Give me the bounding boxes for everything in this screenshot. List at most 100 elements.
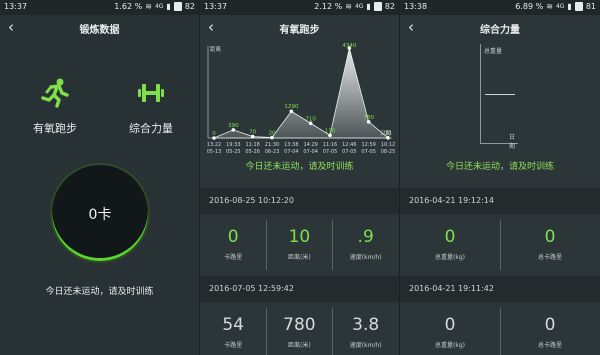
- page-title: 综合力量: [480, 25, 520, 36]
- category-aerobic-running[interactable]: 有氧跑步: [10, 78, 100, 136]
- calorie-ring: 0卡: [50, 163, 150, 263]
- record-datetime: 2016-04-21 19:11:42: [409, 284, 494, 293]
- calorie-value: 0卡: [88, 207, 112, 223]
- data-rate: 1.62 %: [114, 2, 143, 11]
- battery-icon: [173, 2, 182, 11]
- signal-icon: ▮: [366, 2, 371, 11]
- metric-total-calories: 0 总卡路里: [500, 214, 600, 276]
- status-bar: 13:37 1.62 % ≋ 4G ▮ 82: [0, 0, 199, 15]
- metric-caption: 总重量(kg): [435, 254, 465, 261]
- distance-chart: 0 13:2205-13 390 19:3305-25 70 11:1805-26 20 21…: [207, 43, 396, 155]
- chart-tick-label: 08-25: [381, 149, 396, 155]
- metric-value: 780: [283, 315, 316, 335]
- page-title: 锻炼数据: [79, 25, 120, 36]
- signal-icon: ▮: [567, 2, 572, 11]
- status-bar: 13:37 2.12 % ≋ 4G ▮ 82: [200, 0, 399, 15]
- wifi-icon: ≋: [345, 2, 352, 11]
- nav-bar: ‹ 综合力量: [400, 15, 600, 41]
- metric-caption: 距离(米): [288, 342, 311, 349]
- chart-line: [485, 94, 515, 95]
- chart-tick-label: 12:59: [361, 142, 375, 148]
- metric-speed: .9 速度(km/h): [333, 214, 399, 276]
- metric-calories: 54 卡路里: [200, 302, 266, 355]
- chart-value-label: 1290: [284, 104, 298, 110]
- divider: [266, 220, 267, 270]
- chart-value-label: 710: [305, 116, 316, 122]
- chart-x-label: 日期: [380, 130, 392, 137]
- wifi-icon: ≋: [145, 2, 152, 11]
- chart-x-label: 日期: [509, 134, 516, 150]
- metric-value: 0: [444, 315, 456, 335]
- chart-value-label: 70: [249, 130, 256, 136]
- record-datetime: 2016-04-21 19:12:14: [409, 196, 494, 205]
- chart-value-label: 130: [325, 128, 336, 134]
- metric-caption: 卡路里: [224, 342, 243, 349]
- metric-value: 3.8: [352, 315, 380, 335]
- chart-value-label: 20: [269, 131, 276, 137]
- aerobic-running-screen: 13:37 2.12 % ≋ 4G ▮ 82 ‹ 有氧跑步 0 13:22 05-1…: [200, 0, 399, 355]
- metric-distance: 780 距离(米): [266, 302, 332, 355]
- chart-tick-label: 07-05: [323, 149, 338, 155]
- chart-area: [213, 47, 389, 139]
- status-time: 13:37: [204, 2, 228, 11]
- divider: [332, 308, 333, 355]
- no-exercise-hint: 今日还未运动，请及时训练: [445, 162, 554, 172]
- divider: [500, 220, 501, 270]
- divider: [266, 308, 267, 355]
- chart-tick-label: 21:30: [265, 142, 279, 148]
- metric-calories: 0 卡路里: [200, 214, 266, 276]
- chart-tick-label: 14:29: [303, 142, 317, 148]
- chart-tick-label: 05-25: [226, 149, 241, 155]
- chart-tick-label: 13:38: [284, 142, 298, 148]
- chart-tick-label: 10:12: [381, 142, 395, 148]
- metric-value: .9: [357, 227, 374, 247]
- battery-level: 82: [384, 2, 395, 11]
- no-exercise-hint: 今日还未运动，请及时训练: [245, 162, 354, 172]
- nav-bar: ‹ 有氧跑步: [200, 15, 399, 41]
- record-metrics[interactable]: 0 总重量(kg) 0 总卡路里: [400, 302, 600, 355]
- divider: [332, 220, 333, 270]
- chart-tick-label: 13:22: [207, 142, 221, 148]
- metric-value: 0: [544, 227, 556, 247]
- network-type: 4G: [555, 3, 565, 10]
- status-time: 13:38: [404, 2, 428, 11]
- category-strength[interactable]: 综合力量: [106, 78, 196, 136]
- category-label: 有氧跑步: [33, 122, 77, 135]
- battery-level: 81: [585, 2, 596, 11]
- running-icon: [41, 78, 69, 108]
- workout-data-screen: 13:37 1.62 % ≋ 4G ▮ 82 ‹ 锻炼数据 有氧跑步 综合力量 …: [0, 0, 199, 355]
- chart-tick-label: 12:46: [342, 142, 356, 148]
- chart-tick-label: 07-04: [303, 149, 318, 155]
- chart-value-label: 780: [363, 115, 374, 121]
- chart-tick-label: 11:18: [245, 142, 259, 148]
- network-type: 4G: [154, 3, 164, 10]
- category-label: 综合力量: [129, 122, 173, 135]
- metric-caption: 总卡路里: [537, 254, 562, 261]
- weight-chart: 总重量 日期: [480, 44, 518, 150]
- record-datetime: 2016-08-25 10:12:20: [209, 196, 294, 205]
- chart-tick-label: 07-05: [342, 149, 357, 155]
- record-metrics[interactable]: 0 总重量(kg) 0 总卡路里: [400, 214, 600, 276]
- record-metrics[interactable]: 54 卡路里 780 距离(米) 3.8 速度(km/h): [200, 302, 399, 355]
- chart-tick-label: 11:16: [323, 142, 337, 148]
- chart-value-label: 4340: [342, 43, 356, 49]
- battery-icon: [373, 2, 382, 11]
- chart-tick-label: 06-23: [265, 149, 280, 155]
- metric-value: 0: [544, 315, 556, 335]
- no-exercise-hint: 今日还未运动，请及时训练: [45, 287, 154, 297]
- metric-caption: 总卡路里: [537, 342, 562, 349]
- page-title: 有氧跑步: [279, 25, 320, 36]
- chart-tick-label: 05-26: [245, 149, 260, 155]
- metric-caption: 速度(km/h): [349, 254, 382, 261]
- metric-caption: 速度(km/h): [349, 342, 382, 349]
- metric-value: 54: [222, 315, 244, 335]
- divider: [500, 308, 501, 355]
- record-header: 2016-08-25 10:12:20: [200, 188, 399, 214]
- strength-screen: 13:38 6.89 % ≋ 4G ▮ 81 ‹ 综合力量 总重量 日期 今日还…: [400, 0, 600, 355]
- chart-value-label: 0: [212, 131, 216, 137]
- record-metrics[interactable]: 0 卡路里 10 距离(米) .9 速度(km/h): [200, 214, 399, 276]
- metric-value: 10: [288, 227, 311, 247]
- chart-y-label: 总重量: [484, 48, 503, 55]
- network-type: 4G: [354, 3, 364, 10]
- data-rate: 2.12 %: [314, 2, 343, 11]
